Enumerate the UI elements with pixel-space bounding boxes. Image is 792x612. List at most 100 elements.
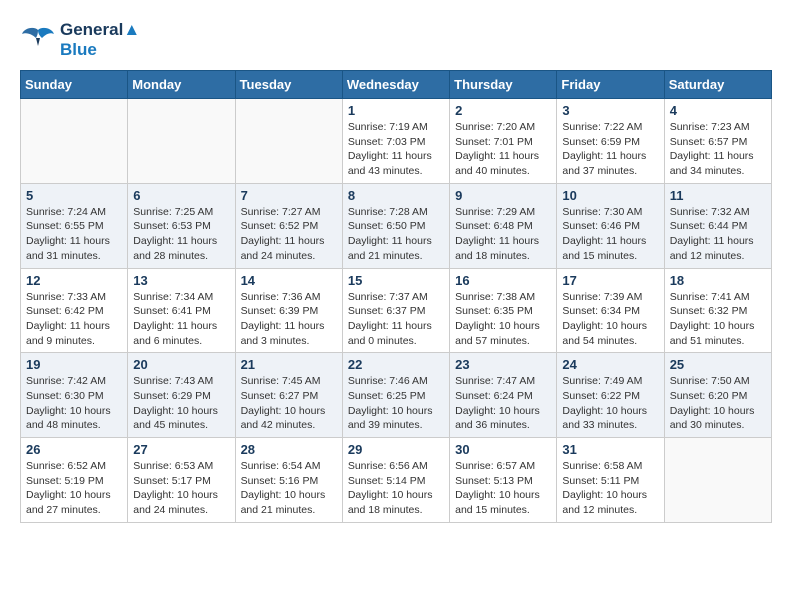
day-info: Sunrise: 7:33 AM Sunset: 6:42 PM Dayligh… <box>26 290 122 349</box>
day-info: Sunrise: 7:23 AM Sunset: 6:57 PM Dayligh… <box>670 120 766 179</box>
day-info: Sunrise: 7:43 AM Sunset: 6:29 PM Dayligh… <box>133 374 229 433</box>
day-number: 7 <box>241 188 337 203</box>
calendar-cell: 7 Sunrise: 7:27 AM Sunset: 6:52 PM Daylig… <box>235 183 342 268</box>
day-number: 31 <box>562 442 658 457</box>
day-number: 5 <box>26 188 122 203</box>
calendar-cell: 19 Sunrise: 7:42 AM Sunset: 6:30 PM Dayli… <box>21 353 128 438</box>
calendar-cell: 24 Sunrise: 7:49 AM Sunset: 6:22 PM Dayli… <box>557 353 664 438</box>
day-number: 8 <box>348 188 444 203</box>
calendar-cell: 17 Sunrise: 7:39 AM Sunset: 6:34 PM Dayli… <box>557 268 664 353</box>
calendar-cell: 26Sunrise: 6:52 AM Sunset: 5:19 PM Dayli… <box>21 438 128 523</box>
day-number: 22 <box>348 357 444 372</box>
calendar-cell: 28 Sunrise: 6:54 AM Sunset: 5:16 PM Dayli… <box>235 438 342 523</box>
day-info: Sunrise: 7:28 AM Sunset: 6:50 PM Dayligh… <box>348 205 444 264</box>
day-info: Sunrise: 6:56 AM Sunset: 5:14 PM Dayligh… <box>348 459 444 518</box>
day-info: Sunrise: 6:54 AM Sunset: 5:16 PM Dayligh… <box>241 459 337 518</box>
calendar-cell: 21Sunrise: 7:45 AM Sunset: 6:27 PM Dayli… <box>235 353 342 438</box>
calendar-cell: 15Sunrise: 7:37 AM Sunset: 6:37 PM Dayli… <box>342 268 449 353</box>
page-header: General▲ Blue <box>20 20 772 60</box>
weekday-header-monday: Monday <box>128 71 235 99</box>
calendar-cell <box>664 438 771 523</box>
day-number: 9 <box>455 188 551 203</box>
day-info: Sunrise: 7:41 AM Sunset: 6:32 PM Dayligh… <box>670 290 766 349</box>
day-number: 19 <box>26 357 122 372</box>
calendar-cell: 18 Sunrise: 7:41 AM Sunset: 6:32 PM Dayli… <box>664 268 771 353</box>
day-number: 10 <box>562 188 658 203</box>
day-number: 23 <box>455 357 551 372</box>
calendar-cell: 27 Sunrise: 6:53 AM Sunset: 5:17 PM Dayli… <box>128 438 235 523</box>
day-number: 6 <box>133 188 229 203</box>
day-info: Sunrise: 6:58 AM Sunset: 5:11 PM Dayligh… <box>562 459 658 518</box>
calendar-cell <box>128 99 235 184</box>
day-number: 14 <box>241 273 337 288</box>
calendar-cell <box>235 99 342 184</box>
day-number: 30 <box>455 442 551 457</box>
weekday-header-wednesday: Wednesday <box>342 71 449 99</box>
calendar-cell: 1 Sunrise: 7:19 AM Sunset: 7:03 PM Daylig… <box>342 99 449 184</box>
day-number: 28 <box>241 442 337 457</box>
day-number: 13 <box>133 273 229 288</box>
calendar-cell <box>21 99 128 184</box>
calendar-week-2: 5Sunrise: 7:24 AM Sunset: 6:55 PM Daylig… <box>21 183 772 268</box>
day-info: Sunrise: 7:19 AM Sunset: 7:03 PM Dayligh… <box>348 120 444 179</box>
day-info: Sunrise: 7:22 AM Sunset: 6:59 PM Dayligh… <box>562 120 658 179</box>
weekday-header-saturday: Saturday <box>664 71 771 99</box>
calendar-cell: 29 Sunrise: 6:56 AM Sunset: 5:14 PM Dayli… <box>342 438 449 523</box>
calendar-cell: 31 Sunrise: 6:58 AM Sunset: 5:11 PM Dayli… <box>557 438 664 523</box>
weekday-header-row: SundayMondayTuesdayWednesdayThursdayFrid… <box>21 71 772 99</box>
day-number: 11 <box>670 188 766 203</box>
calendar-cell: 3 Sunrise: 7:22 AM Sunset: 6:59 PM Daylig… <box>557 99 664 184</box>
calendar-cell: 12Sunrise: 7:33 AM Sunset: 6:42 PM Dayli… <box>21 268 128 353</box>
calendar-cell: 13 Sunrise: 7:34 AM Sunset: 6:41 PM Dayli… <box>128 268 235 353</box>
weekday-header-sunday: Sunday <box>21 71 128 99</box>
calendar-week-3: 12Sunrise: 7:33 AM Sunset: 6:42 PM Dayli… <box>21 268 772 353</box>
day-info: Sunrise: 7:37 AM Sunset: 6:37 PM Dayligh… <box>348 290 444 349</box>
day-number: 29 <box>348 442 444 457</box>
day-number: 21 <box>241 357 337 372</box>
day-info: Sunrise: 7:39 AM Sunset: 6:34 PM Dayligh… <box>562 290 658 349</box>
weekday-header-friday: Friday <box>557 71 664 99</box>
day-number: 16 <box>455 273 551 288</box>
calendar-cell: 8 Sunrise: 7:28 AM Sunset: 6:50 PM Daylig… <box>342 183 449 268</box>
day-number: 20 <box>133 357 229 372</box>
day-number: 25 <box>670 357 766 372</box>
day-info: Sunrise: 7:49 AM Sunset: 6:22 PM Dayligh… <box>562 374 658 433</box>
calendar-table: SundayMondayTuesdayWednesdayThursdayFrid… <box>20 70 772 523</box>
calendar-cell: 20 Sunrise: 7:43 AM Sunset: 6:29 PM Dayli… <box>128 353 235 438</box>
day-number: 4 <box>670 103 766 118</box>
calendar-week-4: 19 Sunrise: 7:42 AM Sunset: 6:30 PM Dayli… <box>21 353 772 438</box>
calendar-cell: 14 Sunrise: 7:36 AM Sunset: 6:39 PM Dayli… <box>235 268 342 353</box>
day-info: Sunrise: 7:34 AM Sunset: 6:41 PM Dayligh… <box>133 290 229 349</box>
calendar-week-5: 26Sunrise: 6:52 AM Sunset: 5:19 PM Dayli… <box>21 438 772 523</box>
day-info: Sunrise: 7:36 AM Sunset: 6:39 PM Dayligh… <box>241 290 337 349</box>
day-number: 3 <box>562 103 658 118</box>
day-number: 18 <box>670 273 766 288</box>
day-number: 1 <box>348 103 444 118</box>
calendar-cell: 23 Sunrise: 7:47 AM Sunset: 6:24 PM Dayli… <box>450 353 557 438</box>
day-info: Sunrise: 7:20 AM Sunset: 7:01 PM Dayligh… <box>455 120 551 179</box>
calendar-cell: 4 Sunrise: 7:23 AM Sunset: 6:57 PM Daylig… <box>664 99 771 184</box>
calendar-cell: 10 Sunrise: 7:30 AM Sunset: 6:46 PM Dayli… <box>557 183 664 268</box>
logo-text: General▲ Blue <box>60 20 140 60</box>
day-info: Sunrise: 7:38 AM Sunset: 6:35 PM Dayligh… <box>455 290 551 349</box>
day-info: Sunrise: 7:27 AM Sunset: 6:52 PM Dayligh… <box>241 205 337 264</box>
calendar-cell: 6Sunrise: 7:25 AM Sunset: 6:53 PM Daylig… <box>128 183 235 268</box>
day-info: Sunrise: 7:47 AM Sunset: 6:24 PM Dayligh… <box>455 374 551 433</box>
day-info: Sunrise: 6:57 AM Sunset: 5:13 PM Dayligh… <box>455 459 551 518</box>
day-number: 17 <box>562 273 658 288</box>
day-info: Sunrise: 7:46 AM Sunset: 6:25 PM Dayligh… <box>348 374 444 433</box>
day-info: Sunrise: 6:53 AM Sunset: 5:17 PM Dayligh… <box>133 459 229 518</box>
day-number: 24 <box>562 357 658 372</box>
logo-icon <box>20 26 56 54</box>
day-info: Sunrise: 7:32 AM Sunset: 6:44 PM Dayligh… <box>670 205 766 264</box>
calendar-cell: 16 Sunrise: 7:38 AM Sunset: 6:35 PM Dayli… <box>450 268 557 353</box>
calendar-week-1: 1 Sunrise: 7:19 AM Sunset: 7:03 PM Daylig… <box>21 99 772 184</box>
calendar-cell: 25 Sunrise: 7:50 AM Sunset: 6:20 PM Dayli… <box>664 353 771 438</box>
day-info: Sunrise: 7:30 AM Sunset: 6:46 PM Dayligh… <box>562 205 658 264</box>
calendar-cell: 2Sunrise: 7:20 AM Sunset: 7:01 PM Daylig… <box>450 99 557 184</box>
calendar-cell: 5Sunrise: 7:24 AM Sunset: 6:55 PM Daylig… <box>21 183 128 268</box>
day-info: Sunrise: 7:42 AM Sunset: 6:30 PM Dayligh… <box>26 374 122 433</box>
day-info: Sunrise: 7:50 AM Sunset: 6:20 PM Dayligh… <box>670 374 766 433</box>
calendar-cell: 30 Sunrise: 6:57 AM Sunset: 5:13 PM Dayli… <box>450 438 557 523</box>
day-number: 27 <box>133 442 229 457</box>
